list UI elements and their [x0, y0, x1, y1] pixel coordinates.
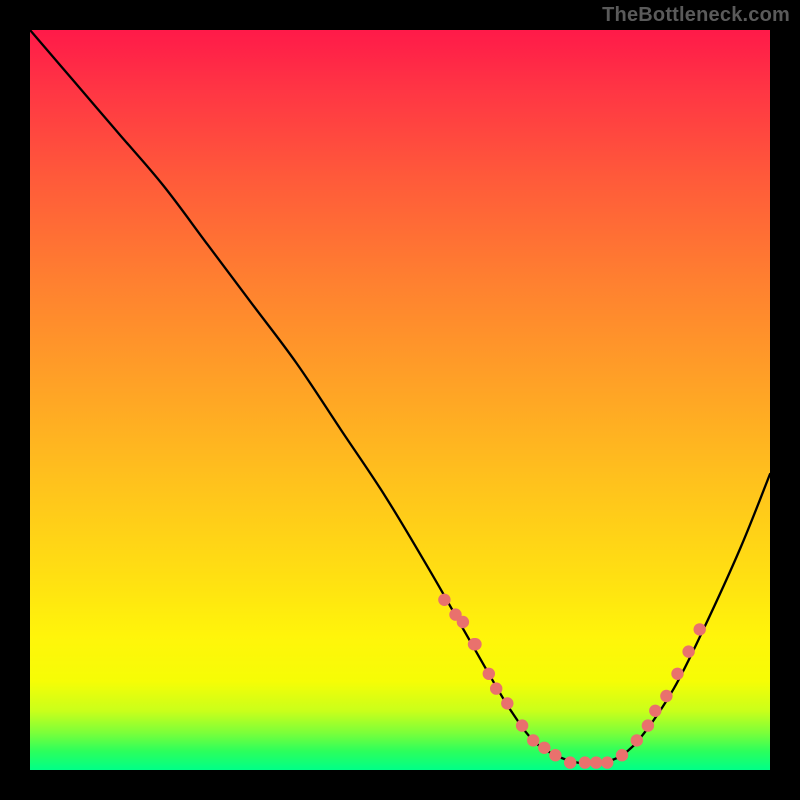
marker-dot	[694, 623, 706, 635]
marker-dot	[483, 668, 495, 680]
marker-dot	[564, 756, 576, 768]
main-curve	[30, 30, 770, 764]
marker-dot	[649, 705, 661, 717]
marker-dot	[516, 719, 528, 731]
marker-dots	[438, 594, 706, 769]
chart-svg	[30, 30, 770, 770]
marker-dot	[527, 734, 539, 746]
marker-dot	[469, 638, 481, 650]
marker-dot	[660, 690, 672, 702]
marker-dot	[601, 756, 613, 768]
marker-dot	[682, 645, 694, 657]
marker-dot	[549, 749, 561, 761]
watermark-text: TheBottleneck.com	[602, 4, 790, 27]
marker-dot	[579, 756, 591, 768]
marker-dot	[457, 616, 469, 628]
chart-frame: TheBottleneck.com	[0, 0, 800, 800]
marker-dot	[501, 697, 513, 709]
marker-dot	[438, 594, 450, 606]
marker-dot	[616, 749, 628, 761]
plot-gradient-area	[30, 30, 770, 770]
marker-dot	[631, 734, 643, 746]
marker-dot	[538, 742, 550, 754]
marker-dot	[490, 682, 502, 694]
marker-dot	[590, 756, 602, 768]
marker-dot	[671, 668, 683, 680]
marker-dot	[642, 719, 654, 731]
